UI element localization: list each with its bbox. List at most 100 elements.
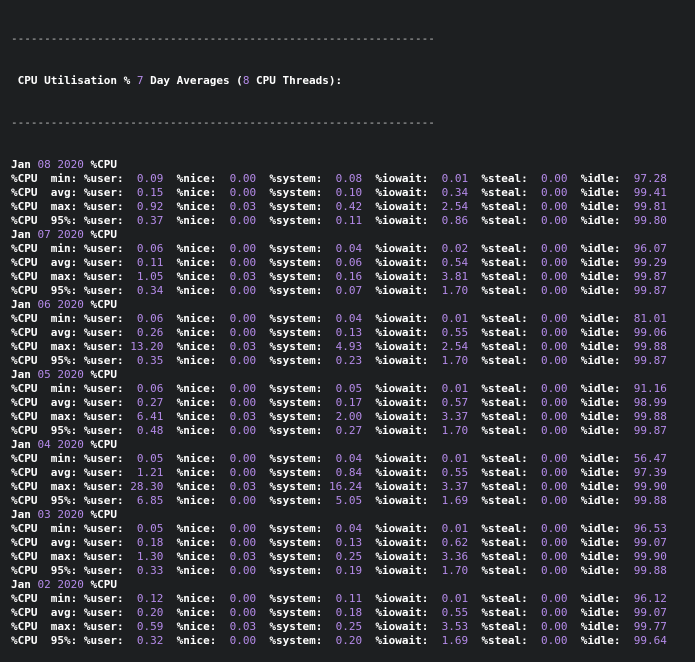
user-value: 1.05 bbox=[136, 270, 164, 283]
iowait-value: 0.55 bbox=[441, 326, 469, 339]
row-label: %CPU bbox=[11, 242, 38, 255]
title-middle: Day Averages ( bbox=[143, 74, 243, 87]
idle-label: %idle: bbox=[580, 466, 621, 479]
steal-value: 0.00 bbox=[540, 172, 568, 185]
row-label: %CPU bbox=[11, 424, 38, 437]
user-value: 0.20 bbox=[136, 606, 164, 619]
day-year: 2020 bbox=[57, 578, 84, 591]
day-year: 2020 bbox=[57, 298, 84, 311]
steal-label: %steal: bbox=[481, 606, 528, 619]
nice-value: 0.03 bbox=[229, 270, 257, 283]
user-value: 1.21 bbox=[136, 466, 164, 479]
day-date: 06 bbox=[37, 298, 51, 311]
row-label: %CPU bbox=[11, 396, 38, 409]
nice-label: %nice: bbox=[176, 354, 217, 367]
user-label: %user: bbox=[83, 452, 124, 465]
system-label: %system: bbox=[269, 466, 323, 479]
terminal-output[interactable]: ----------------------------------------… bbox=[0, 0, 695, 662]
stat-row: %CPU 95%: %user: 0.35 %nice: 0.00 %syste… bbox=[11, 354, 695, 368]
steal-label: %steal: bbox=[481, 550, 528, 563]
iowait-value: 2.54 bbox=[441, 200, 469, 213]
iowait-label: %iowait: bbox=[375, 382, 429, 395]
user-value: 13.20 bbox=[130, 340, 164, 353]
system-label: %system: bbox=[269, 550, 323, 563]
day-label: %CPU bbox=[90, 368, 118, 381]
idle-value: 99.87 bbox=[633, 424, 667, 437]
title-prefix: CPU Utilisation bbox=[11, 74, 124, 87]
steal-value: 0.00 bbox=[540, 396, 568, 409]
steal-label: %steal: bbox=[481, 200, 528, 213]
day-year: 2020 bbox=[57, 228, 84, 241]
row-label: %CPU bbox=[11, 354, 38, 367]
day-date: 04 bbox=[37, 438, 51, 451]
day-header: Jan 02 2020 %CPU bbox=[11, 578, 695, 592]
stat-type: max: bbox=[50, 620, 78, 633]
nice-value: 0.00 bbox=[229, 592, 257, 605]
nice-value: 0.00 bbox=[229, 214, 257, 227]
iowait-label: %iowait: bbox=[375, 172, 429, 185]
steal-label: %steal: bbox=[481, 536, 528, 549]
nice-value: 0.03 bbox=[229, 200, 257, 213]
stat-row: %CPU max: %user: 0.92 %nice: 0.03 %syste… bbox=[11, 200, 695, 214]
nice-value: 0.00 bbox=[229, 326, 257, 339]
nice-value: 0.00 bbox=[229, 452, 257, 465]
row-label: %CPU bbox=[11, 494, 38, 507]
stat-row: %CPU min: %user: 0.06 %nice: 0.00 %syste… bbox=[11, 382, 695, 396]
user-value: 0.18 bbox=[136, 536, 164, 549]
user-label: %user: bbox=[83, 494, 124, 507]
idle-value: 96.12 bbox=[633, 592, 667, 605]
idle-label: %idle: bbox=[580, 242, 621, 255]
stat-type: min: bbox=[50, 452, 78, 465]
stat-type: min: bbox=[50, 242, 78, 255]
day-header: Jan 04 2020 %CPU bbox=[11, 438, 695, 452]
separator-text: ----------------------------------------… bbox=[11, 32, 435, 45]
stat-row: %CPU max: %user: 1.05 %nice: 0.03 %syste… bbox=[11, 270, 695, 284]
steal-value: 0.00 bbox=[540, 592, 568, 605]
stat-type: avg: bbox=[50, 606, 78, 619]
stat-row: %CPU min: %user: 0.06 %nice: 0.00 %syste… bbox=[11, 312, 695, 326]
row-label: %CPU bbox=[11, 452, 38, 465]
user-label: %user: bbox=[83, 242, 124, 255]
nice-label: %nice: bbox=[176, 592, 217, 605]
system-value: 0.42 bbox=[335, 200, 363, 213]
nice-value: 0.00 bbox=[229, 466, 257, 479]
idle-value: 81.01 bbox=[633, 312, 667, 325]
user-value: 0.48 bbox=[136, 424, 164, 437]
user-label: %user: bbox=[83, 466, 124, 479]
idle-value: 99.80 bbox=[633, 214, 667, 227]
user-value: 0.27 bbox=[136, 396, 164, 409]
system-value: 16.24 bbox=[328, 480, 363, 493]
user-value: 0.34 bbox=[136, 284, 164, 297]
stat-row: %CPU avg: %user: 1.21 %nice: 0.00 %syste… bbox=[11, 466, 695, 480]
iowait-label: %iowait: bbox=[375, 354, 429, 367]
idle-label: %idle: bbox=[580, 284, 621, 297]
day-month: Jan bbox=[11, 438, 31, 451]
row-label: %CPU bbox=[11, 200, 38, 213]
day-label: %CPU bbox=[90, 508, 118, 521]
stat-type: max: bbox=[50, 270, 78, 283]
iowait-value: 1.70 bbox=[441, 424, 469, 437]
user-label: %user: bbox=[83, 564, 124, 577]
system-label: %system: bbox=[269, 536, 323, 549]
stat-row: %CPU 95%: %user: 0.33 %nice: 0.00 %syste… bbox=[11, 564, 695, 578]
nice-value: 0.00 bbox=[229, 382, 257, 395]
row-label: %CPU bbox=[11, 312, 38, 325]
system-value: 0.25 bbox=[335, 620, 363, 633]
system-value: 0.04 bbox=[335, 452, 363, 465]
idle-label: %idle: bbox=[580, 200, 621, 213]
idle-value: 99.88 bbox=[633, 564, 667, 577]
iowait-label: %iowait: bbox=[375, 592, 429, 605]
nice-value: 0.00 bbox=[229, 256, 257, 269]
iowait-value: 0.55 bbox=[441, 466, 469, 479]
iowait-label: %iowait: bbox=[375, 186, 429, 199]
title-space bbox=[130, 74, 137, 87]
iowait-value: 0.01 bbox=[441, 382, 469, 395]
daily-stats-list: Jan 08 2020 %CPU %CPU min: %user: 0.09 %n… bbox=[11, 158, 695, 648]
steal-label: %steal: bbox=[481, 592, 528, 605]
row-label: %CPU bbox=[11, 634, 38, 647]
idle-label: %idle: bbox=[580, 494, 621, 507]
idle-label: %idle: bbox=[580, 172, 621, 185]
nice-label: %nice: bbox=[176, 522, 217, 535]
steal-label: %steal: bbox=[481, 424, 528, 437]
stat-type: 95%: bbox=[50, 284, 78, 297]
